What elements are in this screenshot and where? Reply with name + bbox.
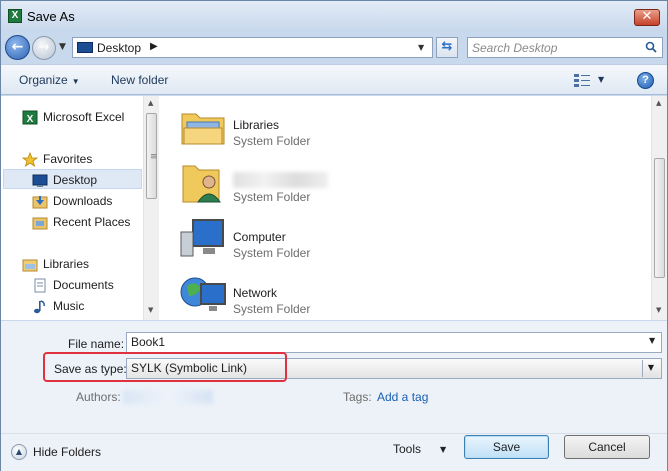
scroll-down-icon[interactable]: ▼: [148, 306, 153, 314]
authors-value-redacted[interactable]: [123, 390, 213, 404]
file-list-scrollbar[interactable]: ▲ ▼: [651, 96, 667, 320]
scroll-down-icon[interactable]: ▼: [656, 306, 661, 314]
new-folder-button[interactable]: New folder: [111, 73, 168, 87]
authors-label: Authors:: [76, 390, 121, 404]
file-name-value[interactable]: Book1: [131, 335, 165, 349]
file-list: Libraries System Folder System Folder Co…: [161, 96, 651, 320]
sidebar-item-label: Music: [53, 299, 85, 313]
sidebar-item-label: Desktop: [53, 173, 98, 187]
sidebar-item-label: Recent Places: [53, 215, 131, 229]
tools-caret-icon[interactable]: ▼: [440, 445, 446, 454]
documents-icon: [34, 278, 46, 293]
save-as-type-dropdown-icon[interactable]: ▼: [642, 360, 659, 377]
file-name-field[interactable]: Book1 ▼: [126, 332, 662, 353]
cancel-button[interactable]: Cancel: [564, 435, 650, 459]
file-name: Computer: [233, 230, 286, 244]
forward-button[interactable]: →: [32, 36, 56, 60]
file-item-computer[interactable]: Computer System Folder: [179, 214, 459, 266]
title-bar[interactable]: X Save As ✕: [1, 1, 667, 32]
libraries-icon: [22, 259, 38, 272]
file-type: System Folder: [233, 302, 311, 316]
close-button[interactable]: ✕: [634, 9, 660, 26]
excel-app-icon: X: [8, 9, 22, 23]
search-box[interactable]: [467, 37, 663, 58]
view-options-icon[interactable]: [574, 73, 590, 87]
scroll-up-icon[interactable]: ▲: [148, 99, 153, 107]
file-name: Network: [233, 286, 278, 300]
scrollbar-thumb[interactable]: [654, 158, 665, 278]
save-as-dialog: X Save As ✕ ← → ▼ Desktop ▶ ▼ ⇆ Organize…: [0, 0, 668, 471]
annotation-highlight-box: [43, 352, 287, 382]
organize-label: Organize: [19, 73, 68, 87]
organize-caret-icon: ▼: [71, 77, 80, 86]
tools-menu[interactable]: Tools: [393, 442, 421, 456]
hide-folders-button[interactable]: ▲ Hide Folders: [11, 443, 111, 463]
recent-pages-dropdown[interactable]: ▼: [59, 42, 66, 52]
music-icon: [34, 300, 45, 314]
navigation-pane-scrollbar[interactable]: ▲ ≡ ▼: [143, 96, 159, 320]
file-name-label: File name:: [68, 337, 125, 351]
view-options-caret-icon[interactable]: ▼: [598, 75, 604, 84]
command-toolbar: Organize ▼ New folder ▼ ?: [1, 64, 667, 95]
sidebar-item-label: Libraries: [43, 257, 90, 271]
search-icon[interactable]: [645, 41, 657, 53]
desktop-icon: [77, 42, 93, 53]
refresh-button[interactable]: ⇆: [436, 37, 458, 58]
organize-button[interactable]: Organize ▼: [19, 73, 80, 87]
sidebar-item-label: Microsoft Excel: [43, 110, 125, 124]
scrollbar-thumb[interactable]: ≡: [146, 113, 158, 199]
address-location[interactable]: Desktop: [97, 41, 141, 55]
navigation-pane: X Microsoft Excel Favorites Desktop Down…: [1, 96, 159, 320]
file-type: System Folder: [233, 134, 311, 148]
browser-content: X Microsoft Excel Favorites Desktop Down…: [1, 96, 667, 320]
file-item-user-folder[interactable]: System Folder: [179, 158, 459, 210]
add-tag-link[interactable]: Add a tag: [377, 390, 428, 404]
chevron-up-icon: ▲: [11, 444, 27, 460]
recent-places-icon: [32, 217, 48, 230]
breadcrumb-chevron-icon[interactable]: ▶: [150, 41, 158, 52]
sidebar-item-label: Downloads: [53, 194, 113, 208]
file-name-dropdown-icon[interactable]: ▼: [649, 336, 655, 345]
user-folder-icon: [182, 165, 221, 203]
network-icon: [180, 277, 226, 311]
grip-icon: ≡: [150, 152, 158, 162]
file-type: System Folder: [233, 246, 311, 260]
redacted-file-name: [233, 172, 328, 188]
computer-icon: [180, 219, 224, 257]
save-options-panel: File name: Book1 ▼ Save as type: SYLK (S…: [1, 321, 667, 471]
desktop-icon: [32, 174, 48, 187]
divider: [1, 433, 667, 434]
back-button[interactable]: ←: [5, 35, 30, 60]
downloads-icon: [32, 196, 48, 209]
window-title: Save As: [27, 9, 75, 24]
libraries-folder-icon: [181, 113, 225, 145]
sidebar-item-label: Documents: [53, 278, 114, 292]
file-item-network[interactable]: Network System Folder: [179, 270, 459, 322]
search-input[interactable]: [472, 40, 637, 55]
star-icon: [22, 152, 38, 167]
scroll-up-icon[interactable]: ▲: [656, 99, 661, 107]
svg-text:X: X: [27, 114, 34, 125]
save-button[interactable]: Save: [464, 435, 549, 459]
hide-folders-label: Hide Folders: [33, 445, 102, 459]
sidebar-item-label: Favorites: [43, 152, 93, 166]
address-bar[interactable]: Desktop ▶ ▼: [72, 37, 433, 58]
help-icon[interactable]: ?: [637, 72, 654, 89]
address-dropdown-icon[interactable]: ▼: [418, 43, 424, 52]
file-item-libraries[interactable]: Libraries System Folder: [179, 102, 459, 154]
file-name: Libraries: [233, 118, 280, 132]
file-type: System Folder: [233, 190, 311, 204]
tags-label: Tags:: [343, 390, 372, 404]
excel-icon: X: [22, 110, 38, 125]
